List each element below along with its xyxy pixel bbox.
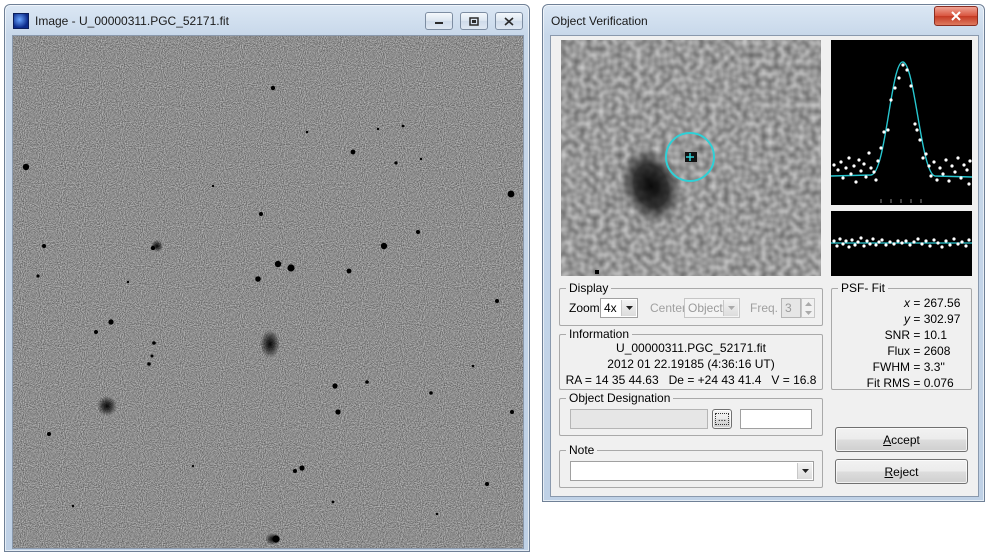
psf-y-value: 302.97 bbox=[923, 312, 961, 326]
info-filename: U_00000311.PGC_52171.fit bbox=[616, 341, 766, 355]
psf-fwhm-label: FWHM bbox=[872, 360, 910, 374]
astro-image[interactable] bbox=[13, 36, 524, 549]
freq-spinner[interactable] bbox=[801, 298, 815, 318]
psf-profile-graph bbox=[831, 61, 972, 203]
edge-star bbox=[265, 533, 281, 545]
verification-client: Display Zoom 4x Center Object Freq. 3 In… bbox=[550, 35, 979, 497]
app-icon[interactable] bbox=[13, 13, 29, 29]
psf-legend: PSF- Fit bbox=[838, 281, 888, 295]
browse-button-label: ... bbox=[714, 413, 730, 425]
accept-label: ccept bbox=[891, 432, 920, 447]
zoom-select[interactable]: 4x bbox=[600, 298, 638, 318]
accept-hotkey: A bbox=[883, 432, 892, 447]
minimize-icon bbox=[435, 22, 443, 24]
zoom-image[interactable] bbox=[561, 40, 821, 276]
psf-x-value: 267.56 bbox=[923, 296, 961, 310]
reject-hotkey: R bbox=[884, 464, 894, 479]
spin-down-icon[interactable] bbox=[802, 308, 814, 317]
close-button[interactable] bbox=[495, 12, 523, 30]
chevron-down-icon bbox=[797, 463, 812, 479]
psf-residual-graph bbox=[831, 236, 972, 249]
information-group: Information U_00000311.PGC_52171.fit 201… bbox=[559, 327, 823, 390]
astro-image-view[interactable] bbox=[12, 35, 524, 549]
information-legend: Information bbox=[566, 327, 633, 341]
spin-up-icon[interactable] bbox=[802, 299, 814, 308]
close-icon bbox=[504, 16, 514, 26]
pixel-marker bbox=[595, 270, 599, 274]
bright-star bbox=[97, 396, 117, 416]
verification-titlebar[interactable]: Object Verification bbox=[543, 5, 984, 35]
accept-button[interactable]: Accept bbox=[835, 427, 968, 452]
note-group: Note bbox=[559, 443, 823, 488]
psf-rms-label: Fit RMS bbox=[866, 376, 910, 390]
object-verification-window: Object Verification Display Zoom 4x Cent… bbox=[542, 4, 985, 502]
note-legend: Note bbox=[566, 443, 598, 457]
image-window-title: Image - U_00000311.PGC_52171.fit bbox=[35, 14, 229, 28]
psf-flux-value: 2608 bbox=[923, 344, 951, 358]
display-group: Display Zoom 4x Center Object Freq. 3 bbox=[559, 281, 823, 326]
designation-group: Object Designation ... bbox=[559, 391, 823, 436]
designation-legend: Object Designation bbox=[566, 391, 674, 405]
psf-fit-group: PSF- Fit x = 267.56 y = 302.97 SNR = 10.… bbox=[831, 281, 973, 391]
zoom-image-panel[interactable] bbox=[561, 40, 821, 276]
psf-fwhm-value: 3.3'' bbox=[923, 360, 945, 374]
psf-x-label: x bbox=[904, 296, 910, 310]
zoom-label: Zoom bbox=[569, 301, 600, 315]
verification-close-button[interactable] bbox=[934, 6, 978, 26]
image-window-titlebar[interactable]: Image - U_00000311.PGC_52171.fit bbox=[5, 5, 529, 35]
restore-button[interactable] bbox=[460, 12, 488, 30]
zoom-value: 4x bbox=[604, 301, 617, 315]
psf-flux-label: Flux bbox=[887, 344, 910, 358]
faint-galaxy bbox=[151, 240, 163, 252]
center-value: Object bbox=[688, 301, 723, 315]
psf-points bbox=[832, 63, 972, 186]
freq-label: Freq. bbox=[750, 301, 779, 315]
center-select[interactable]: Object bbox=[684, 298, 740, 318]
psf-profile-plot bbox=[831, 40, 972, 205]
info-datetime: 2012 01 22.19185 (4:36:16 UT) bbox=[607, 357, 775, 371]
psf-values: x = 267.56 y = 302.97 SNR = 10.1 Flux = … bbox=[832, 295, 973, 391]
chevron-down-icon bbox=[723, 300, 738, 316]
info-coordinates: RA = 14 35 44.63 De = +24 43 41.4 V = 16… bbox=[565, 373, 817, 387]
psf-snr-value: 10.1 bbox=[923, 328, 948, 342]
minimize-button[interactable] bbox=[425, 12, 453, 30]
display-legend: Display bbox=[566, 281, 612, 295]
galaxy bbox=[260, 330, 280, 358]
designation-input[interactable] bbox=[570, 409, 708, 429]
center-label: Center bbox=[650, 301, 687, 315]
note-select[interactable] bbox=[570, 461, 814, 481]
verification-title: Object Verification bbox=[551, 14, 648, 28]
image-window: Image - U_00000311.PGC_52171.fit bbox=[4, 4, 530, 552]
reject-button[interactable]: Reject bbox=[835, 459, 968, 484]
psf-residual-plot bbox=[831, 211, 972, 276]
psf-snr-label: SNR bbox=[884, 328, 910, 342]
freq-input[interactable]: 3 bbox=[781, 298, 801, 318]
designation-extra-input[interactable] bbox=[740, 409, 812, 429]
browse-button[interactable]: ... bbox=[712, 409, 732, 429]
restore-icon bbox=[469, 16, 479, 26]
close-icon bbox=[951, 11, 961, 21]
reject-label: eject bbox=[893, 464, 919, 479]
psf-y-label: y bbox=[904, 312, 910, 326]
chevron-down-icon bbox=[621, 300, 636, 316]
psf-rms-value: 0.076 bbox=[923, 376, 954, 390]
